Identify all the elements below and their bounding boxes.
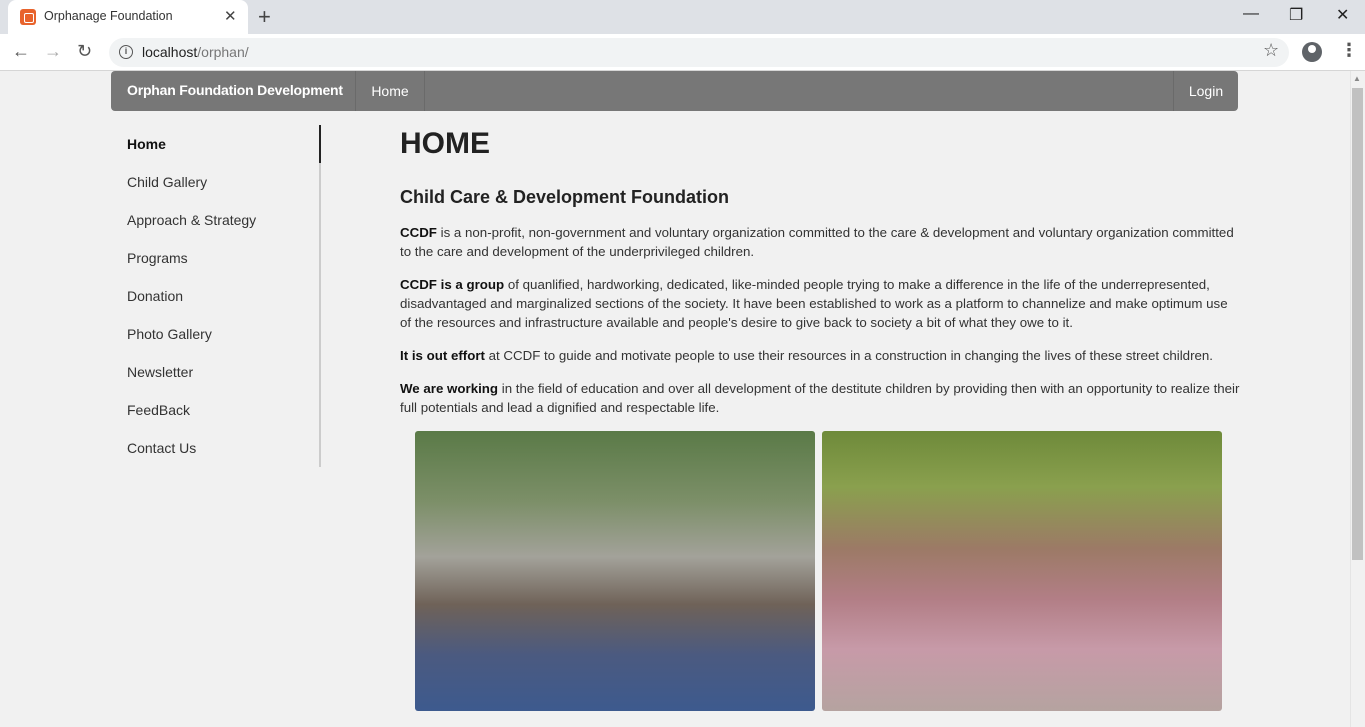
paragraph-text: in the field of education and over all d… — [400, 381, 1240, 415]
sidebar-item-newsletter[interactable]: Newsletter — [127, 364, 193, 380]
section-heading: Child Care & Development Foundation — [400, 187, 730, 207]
url-path: /orphan/ — [197, 44, 249, 60]
tab-title: Orphanage Foundation — [44, 9, 173, 23]
address-bar[interactable]: i localhost/orphan/ — [109, 38, 1289, 67]
sidebar-item-child-gallery[interactable]: Child Gallery — [127, 174, 207, 190]
paragraph-lead: It is out effort — [400, 348, 485, 363]
active-indicator — [319, 125, 321, 163]
paragraph-lead: We are working — [400, 381, 499, 396]
paragraph-lead: CCDF is a group — [400, 277, 505, 292]
nav-login-link[interactable]: Login — [1173, 71, 1238, 111]
page-title: HOME — [400, 127, 490, 160]
sidebar-item-photo-gallery[interactable]: Photo Gallery — [127, 326, 212, 342]
new-tab-button[interactable]: + — [258, 4, 271, 30]
paragraph-text: of quanlified, hardworking, dedicated, l… — [400, 277, 1228, 330]
back-icon[interactable]: ← — [12, 41, 30, 62]
browser-tab[interactable]: Orphanage Foundation ✕ — [8, 0, 248, 34]
children-photo-left — [415, 431, 815, 711]
paragraph-text: at CCDF to guide and motivate people to … — [484, 348, 1213, 363]
more-menu-icon[interactable]: ⋮ — [1340, 40, 1358, 61]
paragraph-effort: It is out effort at CCDF to guide and mo… — [400, 346, 1240, 365]
scrollbar-thumb[interactable] — [1352, 88, 1363, 560]
reload-icon[interactable]: ↻ — [77, 41, 92, 62]
browser-tabbar: Orphanage Foundation ✕ + — ❐ ✕ — [0, 0, 1365, 34]
sidebar-item-programs[interactable]: Programs — [127, 250, 188, 266]
url-host: localhost — [142, 44, 198, 60]
sidebar: Home Child Gallery Approach & Strategy P… — [111, 125, 321, 467]
page: Orphan Foundation Development Home Login… — [0, 71, 1350, 727]
tab-close-icon[interactable]: ✕ — [224, 7, 237, 25]
sidebar-item-feedback[interactable]: FeedBack — [127, 402, 190, 418]
brand-link[interactable]: Orphan Foundation Development — [127, 82, 343, 98]
paragraph-intro: CCDF is a non-profit, non-government and… — [400, 223, 1240, 261]
minimize-icon[interactable]: — — [1243, 5, 1259, 23]
nav-home-link[interactable]: Home — [355, 71, 425, 111]
scroll-up-arrow-icon[interactable]: ▲ — [1353, 74, 1361, 83]
close-window-icon[interactable]: ✕ — [1336, 5, 1349, 25]
paragraph-text: is a non-profit, non-government and volu… — [400, 225, 1234, 259]
browser-toolbar: ← → ↻ i localhost/orphan/ ☆ ⋮ — [0, 34, 1365, 71]
url-text[interactable]: localhost/orphan/ — [142, 44, 249, 60]
sidebar-item-home[interactable]: Home — [127, 136, 166, 152]
restore-icon[interactable]: ❐ — [1289, 5, 1303, 25]
sidebar-item-contact-us[interactable]: Contact Us — [127, 440, 196, 456]
paragraph-group: CCDF is a group of quanlified, hardworki… — [400, 275, 1240, 332]
sidebar-item-approach-strategy[interactable]: Approach & Strategy — [127, 212, 256, 228]
xampp-favicon-icon — [20, 9, 36, 25]
top-navbar: Orphan Foundation Development Home Login — [111, 71, 1238, 111]
children-photo-right — [822, 431, 1222, 711]
paragraph-working: We are working in the field of education… — [400, 379, 1240, 417]
info-icon[interactable]: i — [119, 45, 133, 59]
paragraph-lead: CCDF — [400, 225, 437, 240]
account-icon[interactable] — [1302, 42, 1322, 62]
bookmark-star-icon[interactable]: ☆ — [1263, 40, 1279, 61]
forward-icon[interactable]: → — [44, 41, 62, 62]
sidebar-item-donation[interactable]: Donation — [127, 288, 183, 304]
